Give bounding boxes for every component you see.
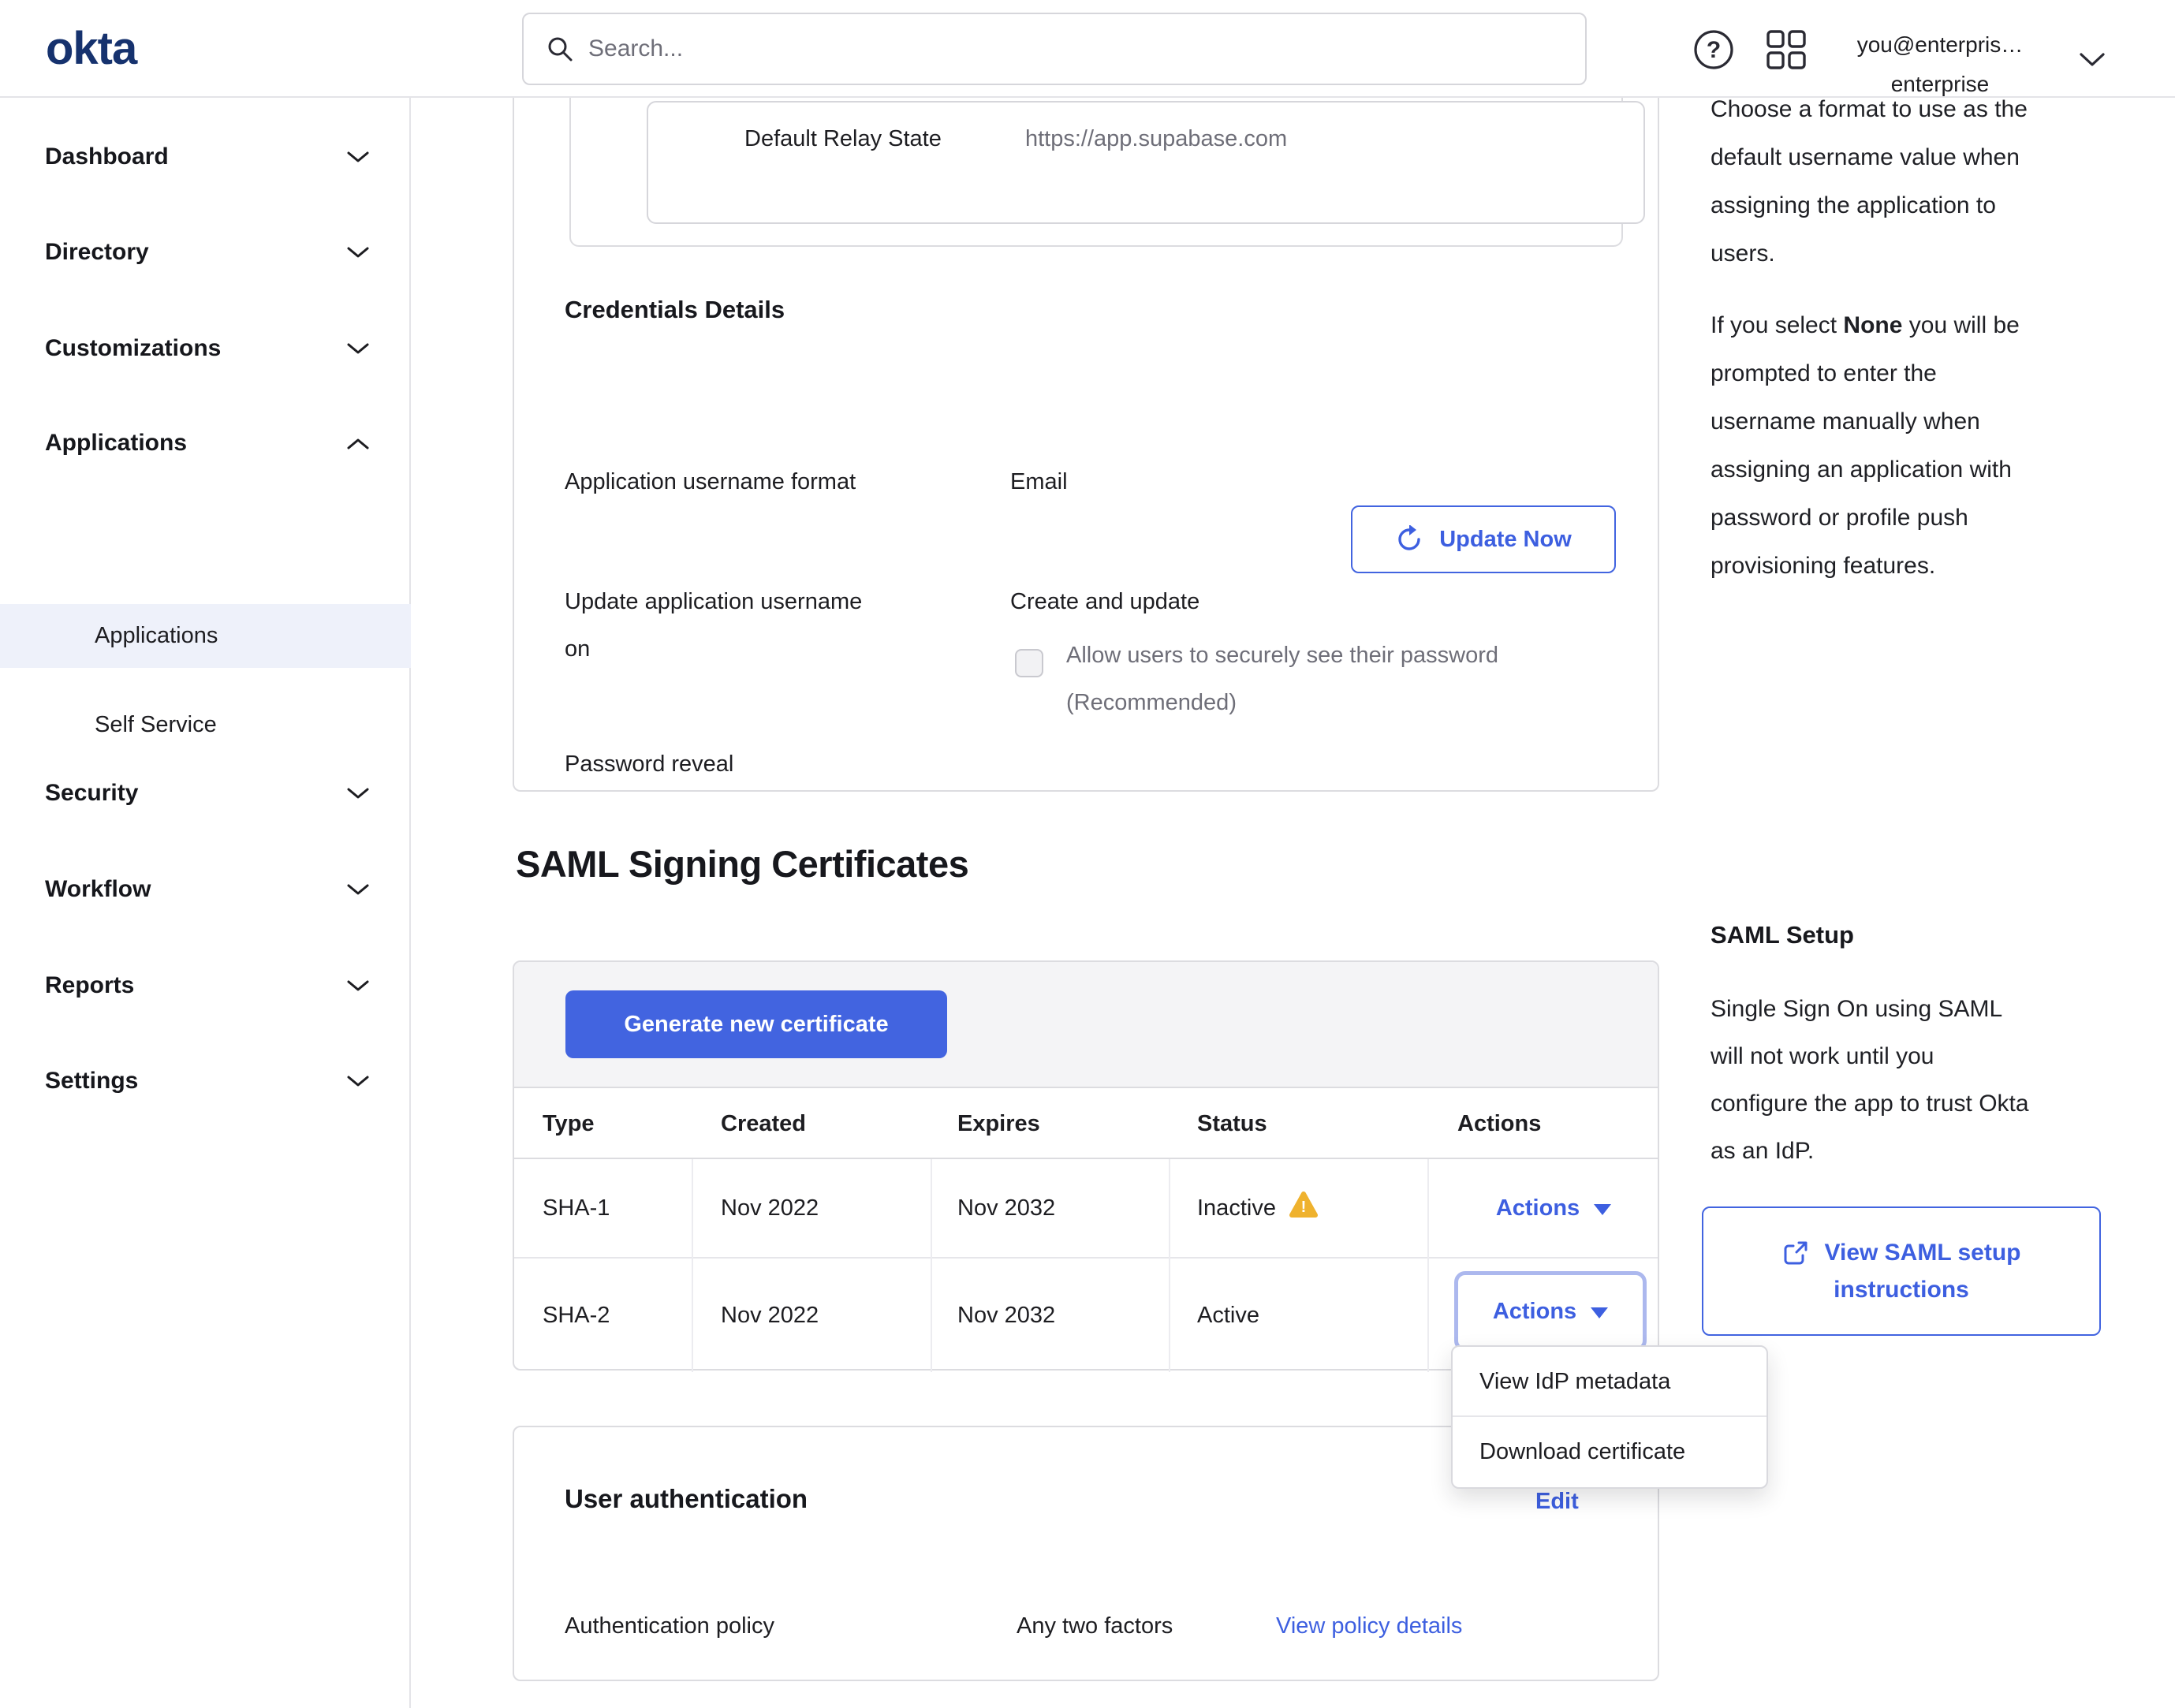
certificates-table-header: Type Created Expires Status Actions: [514, 1088, 1658, 1159]
sidebar-item-security[interactable]: Security: [0, 769, 409, 818]
sidebar-item-settings[interactable]: Settings: [0, 1057, 409, 1106]
apps-grid-icon[interactable]: [1765, 28, 1808, 71]
generate-certificate-button[interactable]: Generate new certificate: [565, 990, 947, 1058]
cell-created: Nov 2022: [721, 1159, 819, 1257]
menu-item-download-certificate[interactable]: Download certificate: [1453, 1417, 1766, 1487]
relay-state-value: https://app.supabase.com: [1025, 126, 1287, 152]
password-reveal-description: Allow users to securely see their passwo…: [1066, 632, 1498, 726]
username-format-value: Email: [1010, 458, 1068, 505]
password-reveal-checkbox[interactable]: [1015, 649, 1043, 677]
okta-logo[interactable]: okta: [46, 22, 136, 75]
saml-setup-text: Single Sign On using SAML will not work …: [1711, 986, 2152, 1175]
chevron-down-icon: [347, 151, 369, 163]
top-bar: okta ? you@enterpris… enterprise: [0, 0, 2175, 98]
sidebar-subitem-self-service[interactable]: Self Service: [0, 700, 409, 749]
cell-actions: Actions: [1457, 1159, 1650, 1257]
column-divider: [692, 1159, 693, 1372]
relay-state-box: Default Relay State https://app.supabase…: [647, 101, 1645, 224]
update-username-value: Create and update: [1010, 578, 1199, 625]
caret-down-icon: [1591, 1307, 1608, 1318]
certificates-card-header: Generate new certificate: [514, 962, 1658, 1088]
username-format-help-text: Choose a format to use as the default us…: [1711, 85, 2152, 278]
chevron-down-icon[interactable]: [2079, 52, 2106, 68]
user-account-menu[interactable]: you@enterpris… enterprise: [1830, 25, 2050, 104]
col-actions: Actions: [1457, 1088, 1541, 1159]
password-reveal-label: Password reveal: [565, 740, 733, 788]
username-none-help-text: If you select None you will be prompted …: [1711, 301, 2152, 590]
cell-type: SHA-2: [543, 1259, 610, 1372]
cell-status: Active: [1197, 1259, 1259, 1372]
caret-down-icon: [1594, 1204, 1611, 1215]
menu-item-view-idp-metadata[interactable]: View IdP metadata: [1453, 1347, 1766, 1417]
cell-expires: Nov 2032: [957, 1259, 1055, 1372]
auth-policy-label: Authentication policy: [565, 1602, 774, 1650]
column-divider: [1427, 1159, 1429, 1372]
col-expires: Expires: [957, 1088, 1040, 1159]
chevron-down-icon: [347, 343, 369, 355]
sidebar-item-customizations[interactable]: Customizations: [0, 324, 409, 373]
certificates-card: Generate new certificate Type Created Ex…: [513, 960, 1659, 1371]
col-created: Created: [721, 1088, 806, 1159]
username-format-label: Application username format: [565, 458, 856, 505]
relay-state-label: Default Relay State: [744, 126, 942, 152]
actions-menu: View IdP metadata Download certificate: [1451, 1345, 1768, 1489]
saml-setup-heading: SAML Setup: [1711, 921, 1854, 949]
user-authentication-heading: User authentication: [565, 1484, 808, 1514]
sidebar-subitem-applications-active[interactable]: Applications: [0, 604, 411, 668]
global-search: [522, 13, 1587, 85]
sign-on-settings-card: Default Relay State https://app.supabase…: [513, 98, 1659, 792]
svg-text:?: ?: [1707, 37, 1721, 63]
chevron-down-icon: [347, 884, 369, 896]
table-row-sha1: SHA-1 Nov 2022 Nov 2032 Inactive ! Actio…: [514, 1159, 1658, 1257]
cell-status: Inactive !: [1197, 1159, 1319, 1257]
warning-icon: !: [1289, 1191, 1319, 1219]
user-org: enterprise: [1830, 65, 2050, 104]
external-link-icon: [1782, 1240, 1809, 1266]
edit-link[interactable]: Edit: [1535, 1489, 1579, 1515]
update-now-button[interactable]: Update Now: [1351, 505, 1616, 573]
chevron-up-icon: [347, 438, 369, 449]
auth-policy-value: Any two factors: [1017, 1602, 1173, 1650]
col-status: Status: [1197, 1088, 1267, 1159]
cell-expires: Nov 2032: [957, 1159, 1055, 1257]
sidebar-item-applications[interactable]: Applications: [0, 419, 409, 468]
saml-certificates-heading: SAML Signing Certificates: [516, 842, 968, 886]
search-input[interactable]: [588, 35, 1535, 62]
sidebar-item-workflow[interactable]: Workflow: [0, 865, 409, 914]
advanced-settings-box: Default Relay State https://app.supabase…: [569, 98, 1623, 247]
chevron-down-icon: [347, 980, 369, 992]
column-divider: [1169, 1159, 1170, 1372]
actions-dropdown-sha1[interactable]: Actions: [1496, 1195, 1611, 1221]
user-email: you@enterpris…: [1830, 25, 2050, 65]
sidebar-item-directory[interactable]: Directory: [0, 228, 409, 277]
column-divider: [931, 1159, 932, 1372]
help-icon[interactable]: ?: [1692, 28, 1735, 71]
cell-type: SHA-1: [543, 1159, 610, 1257]
actions-dropdown-sha2-focused[interactable]: Actions: [1454, 1271, 1647, 1352]
sidebar-item-reports[interactable]: Reports: [0, 961, 409, 1010]
chevron-down-icon: [347, 247, 369, 259]
sidebar-item-dashboard[interactable]: Dashboard: [0, 132, 409, 181]
view-saml-setup-instructions-button[interactable]: View SAML setup instructions: [1702, 1206, 2101, 1336]
col-type: Type: [543, 1088, 595, 1159]
update-username-label: Update application username on: [565, 578, 862, 673]
view-policy-details-link[interactable]: View policy details: [1276, 1602, 1462, 1650]
okta-admin-screen: okta ? you@enterpris… enterprise: [0, 0, 2175, 1708]
chevron-down-icon: [347, 788, 369, 800]
svg-text:!: !: [1301, 1199, 1307, 1216]
sidebar-nav: Dashboard Directory Customizations Appli…: [0, 98, 411, 1708]
chevron-down-icon: [347, 1076, 369, 1087]
search-icon: [546, 35, 574, 63]
credentials-details-heading: Credentials Details: [565, 296, 785, 324]
refresh-icon: [1395, 525, 1423, 554]
cell-created: Nov 2022: [721, 1259, 819, 1372]
